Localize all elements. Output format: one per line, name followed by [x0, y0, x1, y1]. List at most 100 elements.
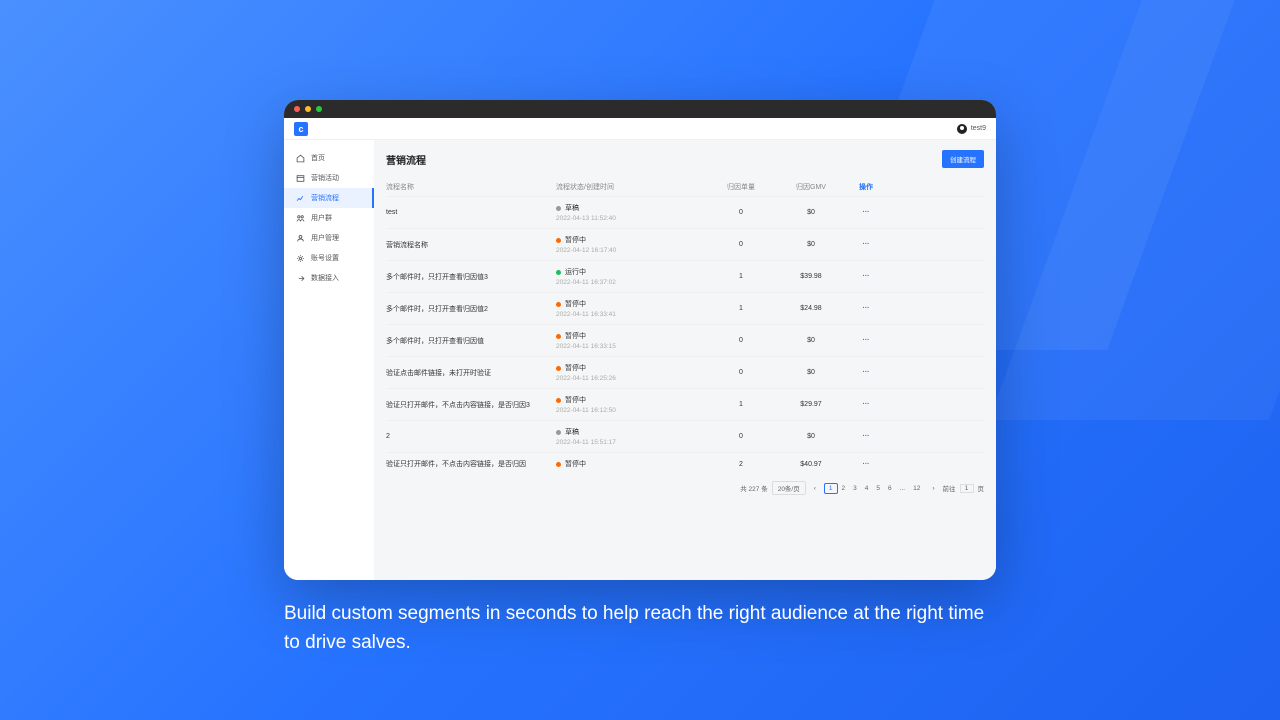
status-dot-icon	[556, 206, 561, 211]
sidebar-item-6[interactable]: 数据接入	[284, 268, 374, 288]
table-row: 多个邮件时，只打开查看归因值暂停中2022-04-11 16:33:150$0·…	[386, 324, 984, 356]
cell-qty: 0	[706, 369, 776, 376]
flow-table: 流程名称 流程状态/创建时间 归因单量 归因GMV 操作 test草稿2022-…	[386, 178, 984, 475]
cell-name: 验证只打开邮件，不点击内容链接，是否归因3	[386, 400, 556, 410]
status-dot-icon	[556, 302, 561, 307]
cell-qty: 0	[706, 433, 776, 440]
pagination-jump-input[interactable]: 1	[960, 484, 974, 493]
row-actions-button[interactable]: ···	[846, 305, 886, 312]
cell-gmv: $0	[776, 241, 846, 248]
user-menu[interactable]: test9	[957, 124, 986, 134]
th-name: 流程名称	[386, 182, 556, 192]
row-actions-button[interactable]: ···	[846, 401, 886, 408]
row-actions-button[interactable]: ···	[846, 241, 886, 248]
avatar-icon	[957, 124, 967, 134]
cell-name: 多个邮件时，只打开查看归因值	[386, 336, 556, 346]
sidebar-item-4[interactable]: 用户管理	[284, 228, 374, 248]
sidebar-item-0[interactable]: 首页	[284, 148, 374, 168]
sidebar-icon-5	[296, 254, 305, 263]
cell-status: 草稿2022-04-11 15:51:17	[556, 427, 706, 446]
row-actions-button[interactable]: ···	[846, 433, 886, 440]
pagination-jump-label: 前往	[943, 483, 956, 493]
table-row: 2草稿2022-04-11 15:51:170$0···	[386, 420, 984, 452]
sidebar-item-label: 营销流程	[311, 193, 339, 203]
status-dot-icon	[556, 462, 561, 467]
window-maximize-icon[interactable]	[316, 106, 322, 112]
cell-name: 营销流程名称	[386, 240, 556, 250]
page-title: 营销流程	[386, 152, 426, 167]
pagination-page-6[interactable]: 6	[884, 484, 896, 493]
sidebar-item-label: 数据接入	[311, 273, 339, 283]
cell-name: 多个邮件时，只打开查看归因值2	[386, 304, 556, 314]
sidebar-item-label: 营销活动	[311, 173, 339, 183]
cell-status: 暂停中	[556, 459, 706, 469]
app-logo-icon[interactable]: c	[294, 122, 308, 136]
pagination-next-icon[interactable]: ›	[928, 484, 938, 493]
topbar: c test9	[284, 118, 996, 140]
sidebar-item-3[interactable]: 用户群	[284, 208, 374, 228]
table-row: 验证只打开邮件，不点击内容链接，是否归因3暂停中2022-04-11 16:12…	[386, 388, 984, 420]
create-flow-button[interactable]: 创建流程	[942, 150, 984, 168]
cell-gmv: $24.98	[776, 305, 846, 312]
th-qty: 归因单量	[706, 182, 776, 192]
row-actions-button[interactable]: ···	[846, 337, 886, 344]
cell-status: 暂停中2022-04-11 16:12:50	[556, 395, 706, 414]
cell-gmv: $0	[776, 209, 846, 216]
cell-status: 暂停中2022-04-12 16:17:40	[556, 235, 706, 254]
row-actions-button[interactable]: ···	[846, 209, 886, 216]
cell-gmv: $39.98	[776, 273, 846, 280]
cell-qty: 0	[706, 209, 776, 216]
pagination-page-4[interactable]: 4	[861, 484, 873, 493]
cell-name: test	[386, 209, 556, 216]
sidebar-icon-3	[296, 214, 305, 223]
sidebar-icon-6	[296, 274, 305, 283]
table-row: 验证只打开邮件，不点击内容链接，是否归因暂停中2$40.97···	[386, 452, 984, 475]
pagination-page-2[interactable]: 2	[838, 484, 850, 493]
main-content: 营销流程 创建流程 流程名称 流程状态/创建时间 归因单量 归因GMV 操作 t…	[374, 140, 996, 580]
cell-name: 2	[386, 433, 556, 440]
window-close-icon[interactable]	[294, 106, 300, 112]
sidebar: 首页营销活动营销流程用户群用户管理账号设置数据接入	[284, 140, 374, 580]
sidebar-icon-0	[296, 154, 305, 163]
cell-gmv: $29.97	[776, 401, 846, 408]
sidebar-item-5[interactable]: 账号设置	[284, 248, 374, 268]
cell-qty: 0	[706, 337, 776, 344]
row-actions-button[interactable]: ···	[846, 461, 886, 468]
window-minimize-icon[interactable]	[305, 106, 311, 112]
th-status: 流程状态/创建时间	[556, 182, 706, 192]
cell-gmv: $0	[776, 337, 846, 344]
table-row: test草稿2022-04-13 11:52:400$0···	[386, 196, 984, 228]
sidebar-item-label: 账号设置	[311, 253, 339, 263]
cell-gmv: $40.97	[776, 461, 846, 468]
cell-status: 运行中2022-04-11 16:37:02	[556, 267, 706, 286]
sidebar-icon-1	[296, 174, 305, 183]
sidebar-item-2[interactable]: 营销流程	[284, 188, 374, 208]
cell-name: 验证只打开邮件，不点击内容链接，是否归因	[386, 459, 556, 469]
sidebar-item-label: 首页	[311, 153, 325, 163]
status-dot-icon	[556, 366, 561, 371]
th-op: 操作	[846, 182, 886, 192]
cell-status: 草稿2022-04-13 11:52:40	[556, 203, 706, 222]
cell-qty: 2	[706, 461, 776, 468]
pagination-page-5[interactable]: 5	[872, 484, 884, 493]
titlebar	[284, 100, 996, 118]
row-actions-button[interactable]: ···	[846, 369, 886, 376]
pagination-page-3[interactable]: 3	[849, 484, 861, 493]
th-gmv: 归因GMV	[776, 182, 846, 192]
cell-gmv: $0	[776, 369, 846, 376]
cell-status: 暂停中2022-04-11 16:33:41	[556, 299, 706, 318]
pagination-prev-icon[interactable]: ‹	[810, 484, 820, 493]
table-row: 多个邮件时，只打开查看归因值3运行中2022-04-11 16:37:021$3…	[386, 260, 984, 292]
page-size-select[interactable]: 20条/页	[772, 481, 806, 495]
pagination-page-12[interactable]: 12	[909, 484, 924, 493]
pagination-jump-suffix: 页	[978, 483, 985, 493]
pagination-page-1[interactable]: 1	[824, 483, 838, 494]
row-actions-button[interactable]: ···	[846, 273, 886, 280]
status-dot-icon	[556, 430, 561, 435]
cell-gmv: $0	[776, 433, 846, 440]
cell-name: 多个邮件时，只打开查看归因值3	[386, 272, 556, 282]
app-window: c test9 首页营销活动营销流程用户群用户管理账号设置数据接入 营销流程 创…	[284, 100, 996, 580]
sidebar-item-1[interactable]: 营销活动	[284, 168, 374, 188]
cell-qty: 1	[706, 401, 776, 408]
cell-status: 暂停中2022-04-11 16:25:26	[556, 363, 706, 382]
